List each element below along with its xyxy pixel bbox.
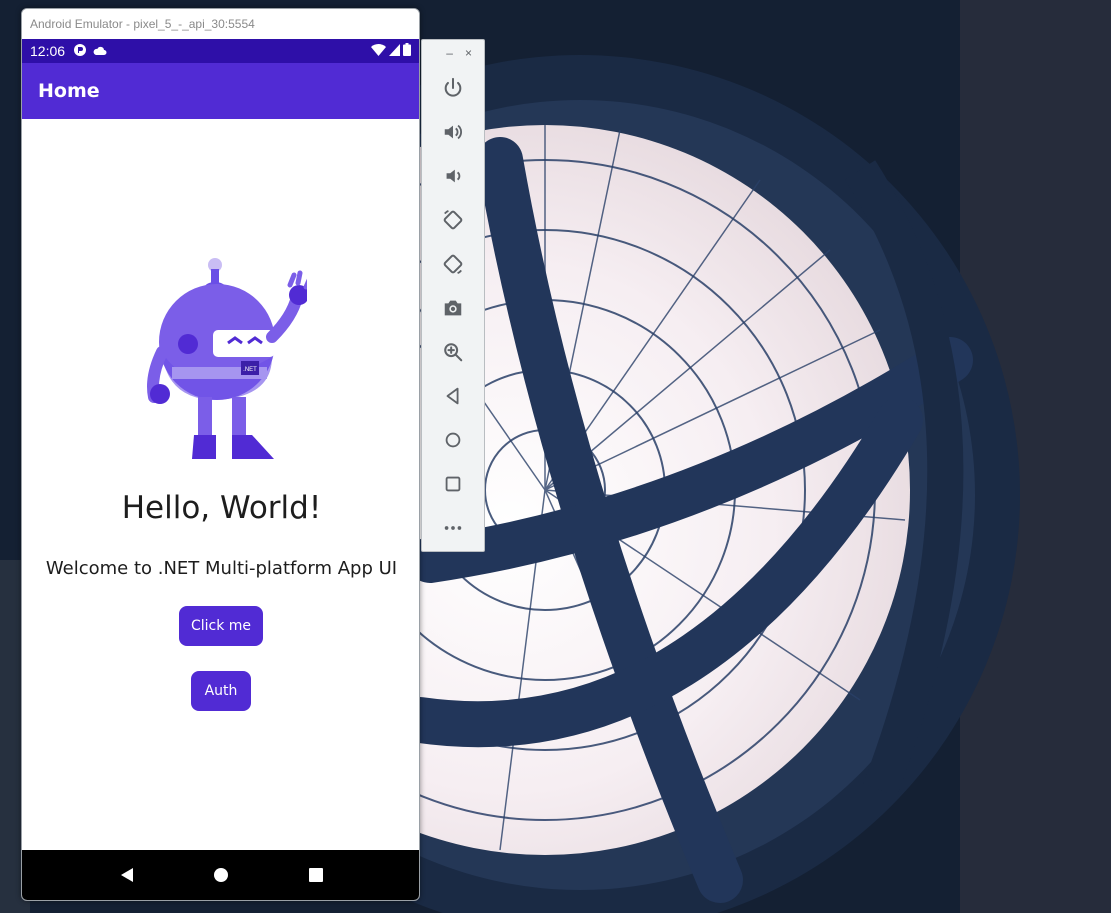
auth-button[interactable]: Auth [191,671,251,711]
minimize-button[interactable]: – [446,46,453,60]
android-status-bar: 12:06 [22,39,419,63]
emulator-title-bar[interactable]: Android Emulator - pixel_5_-_api_30:5554 [22,9,419,39]
click-me-button[interactable]: Click me [179,606,263,646]
home-button[interactable] [422,418,484,462]
more-icon [444,526,462,530]
nav-overview-icon[interactable] [301,860,331,890]
overview-icon [445,476,461,492]
app-bar: Home [22,63,419,119]
status-time: 12:06 [30,43,66,59]
nav-back-icon[interactable] [112,860,142,890]
power-icon [444,77,462,97]
hello-heading: Hello, World! [121,490,322,526]
rotate-right-button[interactable] [422,242,484,286]
signal-icon [389,43,400,59]
emulator-window: Android Emulator - pixel_5_-_api_30:5554… [21,8,420,901]
bot-badge: .NET [243,367,257,373]
back-icon [446,387,459,405]
overview-button[interactable] [422,462,484,506]
cloud-icon [93,43,107,59]
back-button[interactable] [422,374,484,418]
toolbar-window-controls: – × [422,40,484,66]
rotate-left-button[interactable] [422,198,484,242]
android-nav-bar [22,850,419,900]
volume-down-icon [446,169,461,183]
rotate-right-icon [443,254,463,275]
zoom-button[interactable] [422,330,484,374]
emulator-title: Android Emulator - pixel_5_-_api_30:5554 [30,17,255,31]
volume-up-button[interactable] [422,110,484,154]
camera-icon [444,300,462,316]
battery-icon [403,43,411,59]
rotate-left-icon [443,209,463,230]
home-icon [445,432,461,448]
volume-up-icon [444,124,462,140]
wifi-icon [371,43,386,59]
main-content: .NET Hello, World! Welcome to .NET Multi… [22,119,419,852]
zoom-icon [444,343,463,362]
welcome-text: Welcome to .NET Multi-platform App UI [45,558,398,579]
emulator-toolbar: – × [421,39,485,552]
dotnet-bot-image: .NET [147,258,307,459]
screenshot-button[interactable] [422,286,484,330]
page-title: Home [38,80,100,102]
more-button[interactable] [422,506,484,550]
nav-home-icon[interactable] [206,860,236,890]
power-button[interactable] [422,66,484,110]
app-notification-icon [73,43,87,60]
volume-down-button[interactable] [422,154,484,198]
close-button[interactable]: × [465,46,472,60]
